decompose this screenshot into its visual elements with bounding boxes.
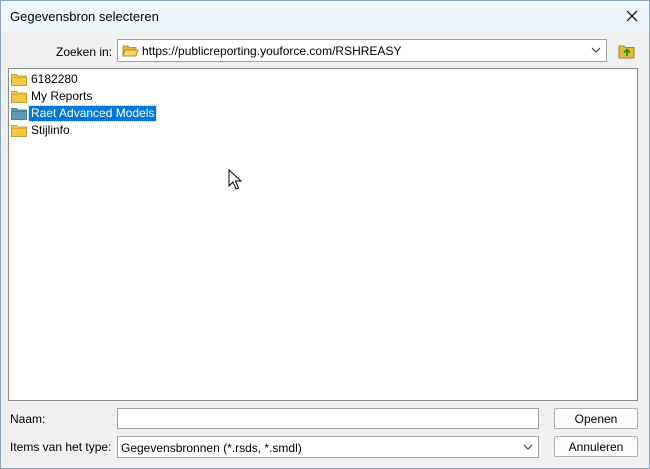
list-item-label: My Reports — [31, 88, 93, 103]
close-icon — [626, 10, 638, 22]
list-item[interactable]: 6182280 — [11, 71, 80, 87]
folder-icon — [11, 124, 27, 137]
open-button[interactable]: Openen — [554, 408, 638, 429]
list-item-label: 6182280 — [31, 71, 78, 86]
model-folder-icon — [11, 107, 27, 120]
look-in-dropdown[interactable]: https://publicreporting.youforce.com/RSH… — [117, 39, 607, 62]
list-item[interactable]: Raet Advanced Models — [11, 104, 158, 122]
dialog-window: Gegevensbron selecteren Zoeken in: https… — [0, 0, 650, 469]
file-type-dropdown[interactable]: Gegevensbronnen (*.rsds, *.smdl) — [117, 436, 539, 458]
list-item-label: Raet Advanced Models — [27, 104, 158, 122]
open-folder-icon — [122, 45, 139, 57]
list-item-label: Stijlinfo — [31, 122, 70, 137]
chevron-down-icon — [523, 444, 533, 450]
title-bar[interactable]: Gegevensbron selecteren — [1, 1, 649, 32]
chevron-down-icon — [591, 47, 601, 53]
folder-up-icon — [618, 45, 635, 59]
file-type-value: Gegevensbronnen (*.rsds, *.smdl) — [121, 441, 302, 455]
list-item[interactable]: Stijlinfo — [11, 122, 72, 138]
window-title: Gegevensbron selecteren — [10, 9, 159, 24]
look-in-label: Zoeken in: — [56, 45, 113, 59]
folder-icon — [11, 90, 27, 103]
name-label: Naam: — [10, 412, 46, 426]
file-list[interactable]: 6182280 My Reports Raet Advanced Models … — [8, 68, 638, 401]
cancel-button[interactable]: Annuleren — [554, 436, 638, 457]
mouse-cursor-icon — [228, 169, 242, 190]
up-one-level-button[interactable] — [618, 42, 636, 60]
close-button[interactable] — [621, 5, 643, 27]
list-item[interactable]: My Reports — [11, 88, 94, 104]
folder-icon — [11, 73, 27, 86]
name-input[interactable] — [117, 408, 539, 429]
file-type-label: Items van het type: — [10, 440, 112, 454]
look-in-path: https://publicreporting.youforce.com/RSH… — [142, 44, 402, 58]
